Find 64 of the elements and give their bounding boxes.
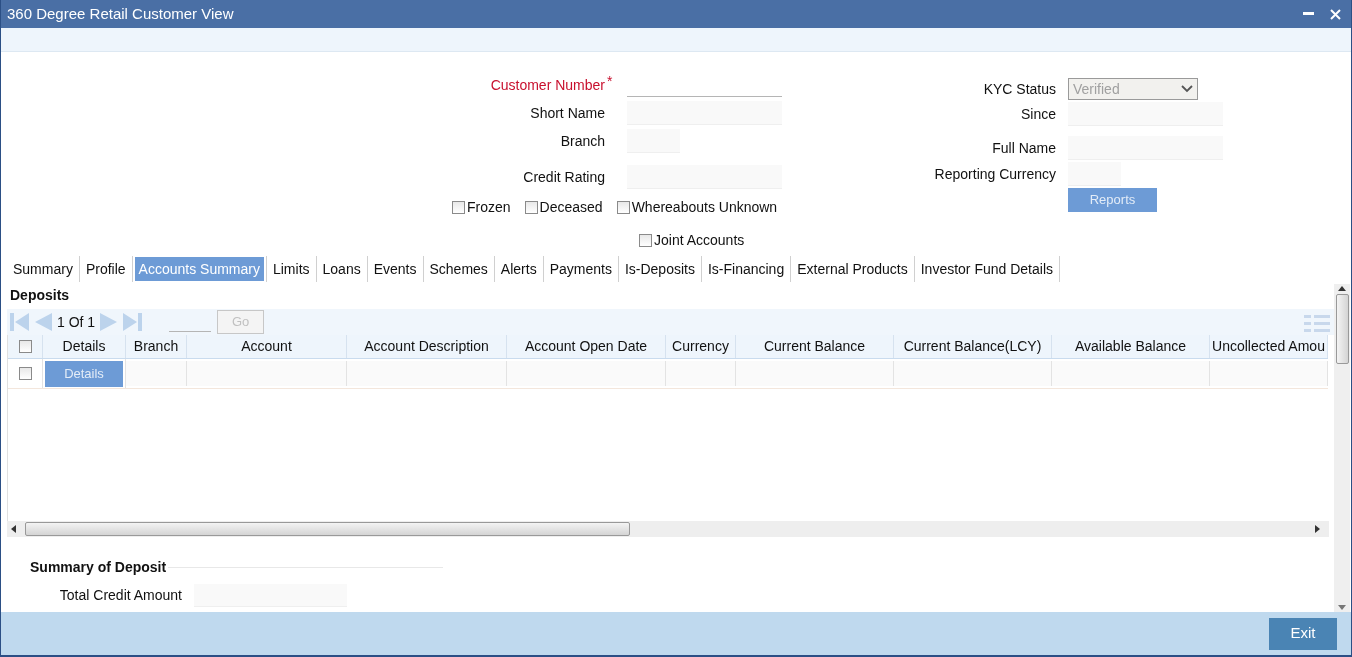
window-title: 360 Degree Retail Customer View — [7, 3, 234, 24]
tab[interactable]: Profile — [81, 257, 130, 281]
column-header: Uncollected Amou — [1210, 335, 1328, 358]
checkbox-label: Joint Accounts — [654, 231, 745, 250]
column-header: Branch — [126, 335, 187, 358]
checkbox[interactable] — [18, 367, 32, 380]
checkbox-label: Frozen — [467, 198, 511, 217]
field-label: Short Name — [530, 103, 605, 123]
checkbox-label: Deceased — [539, 198, 603, 217]
tab[interactable]: External Products — [793, 257, 912, 281]
tab[interactable]: Investor Fund Details — [916, 257, 1057, 281]
tab[interactable]: Is-Deposits — [620, 257, 699, 281]
previous-page-icon[interactable] — [33, 312, 53, 332]
scroll-left-icon[interactable] — [11, 525, 17, 533]
column-header: Current Balance — [736, 335, 894, 358]
field-label: Full Name — [991, 138, 1057, 158]
chevron-down-icon — [1181, 85, 1193, 93]
column-header: Account Description — [347, 335, 507, 358]
checkbox[interactable] — [18, 340, 32, 353]
tab[interactable]: Schemes — [425, 257, 492, 281]
column-header: Details — [43, 335, 126, 358]
horizontal-scrollbar[interactable] — [7, 521, 1329, 537]
scrollbar-thumb[interactable] — [25, 522, 630, 536]
column-header: Currency — [666, 335, 736, 358]
field-label: Reporting Currency — [933, 164, 1057, 184]
checkbox[interactable] — [524, 201, 538, 214]
checkbox-label: Whereabouts Unknown — [631, 198, 778, 217]
minimize-icon[interactable] — [1303, 12, 1314, 16]
close-icon[interactable] — [1330, 8, 1341, 20]
first-page-icon[interactable] — [9, 312, 31, 332]
table-cell — [126, 361, 187, 386]
tab[interactable]: Limits — [268, 257, 314, 281]
field-label: Credit Rating — [523, 167, 605, 187]
last-page-icon[interactable] — [121, 312, 144, 332]
checkbox[interactable] — [616, 201, 630, 214]
vertical-scrollbar[interactable] — [1334, 284, 1350, 612]
section-title: Summary of Deposit — [30, 558, 167, 577]
tab[interactable]: Events — [369, 257, 421, 281]
scroll-up-icon[interactable] — [1338, 286, 1346, 291]
exit-button[interactable]: Exit — [1269, 617, 1337, 650]
scroll-right-icon[interactable] — [1315, 525, 1321, 533]
tab[interactable]: Payments — [545, 257, 616, 281]
checkbox[interactable] — [639, 234, 652, 247]
tab[interactable]: Loans — [318, 257, 365, 281]
field-label: Customer Number — [490, 75, 605, 95]
scrollbar-thumb[interactable] — [1335, 294, 1349, 364]
page-indicator: 1 Of 1 — [56, 312, 97, 332]
table-cell — [666, 361, 736, 386]
column-header: Available Balance — [1052, 335, 1210, 358]
column-list-icon[interactable] — [1304, 312, 1330, 332]
tab[interactable]: Alerts — [496, 257, 541, 281]
field-label: Total Credit Amount — [58, 586, 183, 605]
required-mark: * — [607, 71, 614, 91]
scroll-down-icon[interactable] — [1338, 605, 1346, 610]
tab[interactable]: Is-Financing — [703, 257, 789, 281]
field-label: KYC Status — [982, 79, 1057, 99]
field-label: Since — [1019, 104, 1057, 124]
section-title: Deposits — [9, 286, 71, 305]
column-header: Account — [187, 335, 347, 358]
column-header: Account Open Date — [507, 335, 666, 358]
column-header: Current Balance(LCY) — [894, 335, 1052, 358]
tab[interactable]: Summary — [9, 257, 77, 281]
field-label: Branch — [560, 131, 605, 151]
checkbox[interactable] — [452, 201, 465, 214]
